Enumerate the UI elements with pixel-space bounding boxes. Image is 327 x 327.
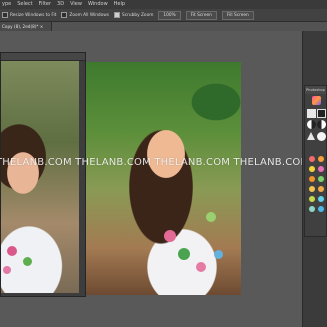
color-swatch[interactable]: [309, 176, 315, 182]
contrast-icon[interactable]: [307, 120, 316, 129]
menu-help[interactable]: Help: [114, 0, 125, 9]
dress-flower: [214, 250, 223, 259]
color-swatch[interactable]: [309, 206, 315, 212]
document-tab[interactable]: Copy (8), 2ed(8)* ×: [0, 22, 52, 31]
panel-title: Photoshop: [305, 86, 326, 94]
color-swatch[interactable]: [309, 196, 315, 202]
scrubby-zoom-option[interactable]: Scrubby Zoom: [114, 12, 153, 18]
resize-windows-checkbox[interactable]: [2, 12, 8, 18]
left-window-titlebar[interactable]: [1, 53, 85, 61]
color-swatch[interactable]: [309, 166, 315, 172]
resize-windows-label: Resize Windows to Fit: [10, 12, 57, 18]
resize-windows-option[interactable]: Resize Windows to Fit: [2, 12, 56, 18]
scrubby-zoom-label: Scrubby Zoom: [122, 12, 154, 18]
circle-icon[interactable]: [317, 132, 326, 141]
eraser-icon[interactable]: [307, 109, 316, 118]
half-circle-icon[interactable]: [317, 120, 326, 129]
watermark-text: THELANB.COM THELANB.COM THELANB.COM THEL…: [0, 157, 310, 168]
color-swatch[interactable]: [318, 196, 324, 202]
menu-select[interactable]: Select: [17, 0, 32, 9]
zoom-all-label: Zoom All Windows: [69, 12, 110, 18]
color-swatch[interactable]: [318, 206, 324, 212]
scrubby-zoom-checkbox[interactable]: [114, 12, 121, 18]
main-photo: [86, 62, 241, 295]
dress-flower: [164, 230, 176, 242]
dress-flower: [3, 266, 11, 274]
menu-bar: ype Select Filter 3D View Window Help: [0, 0, 327, 9]
dress-flower: [196, 262, 206, 272]
color-swatch[interactable]: [318, 186, 324, 192]
photoshop-logo-icon[interactable]: [312, 96, 321, 105]
left-document-window[interactable]: [0, 52, 86, 297]
dress-flower: [178, 248, 190, 260]
zoom-all-checkbox[interactable]: [61, 12, 68, 18]
color-swatch[interactable]: [309, 186, 315, 192]
color-swatch[interactable]: [318, 176, 324, 182]
menu-3d[interactable]: 3D: [57, 0, 64, 9]
color-swatch[interactable]: [318, 156, 324, 162]
menu-window[interactable]: Window: [88, 0, 108, 9]
triangle-icon[interactable]: [307, 132, 315, 140]
menu-type[interactable]: ype: [2, 0, 11, 9]
dress-flower: [23, 257, 32, 266]
menu-view[interactable]: View: [70, 0, 82, 9]
left-photo: [1, 61, 79, 293]
dress-flower: [7, 246, 17, 256]
fill-screen-button[interactable]: Fill Screen: [221, 10, 254, 20]
brush-icon[interactable]: [317, 109, 326, 118]
color-swatch[interactable]: [318, 166, 324, 172]
dress-flower: [206, 212, 216, 222]
fit-screen-button[interactable]: Fit Screen: [185, 10, 217, 20]
plugin-panel: Photoshop: [304, 85, 327, 237]
zoom-100-button[interactable]: 100%: [158, 10, 181, 20]
zoom-all-option[interactable]: Zoom All Windows: [61, 12, 109, 18]
menu-filter[interactable]: Filter: [39, 0, 51, 9]
color-swatch[interactable]: [309, 156, 315, 162]
options-bar: Resize Windows to Fit Zoom All Windows S…: [0, 9, 327, 22]
